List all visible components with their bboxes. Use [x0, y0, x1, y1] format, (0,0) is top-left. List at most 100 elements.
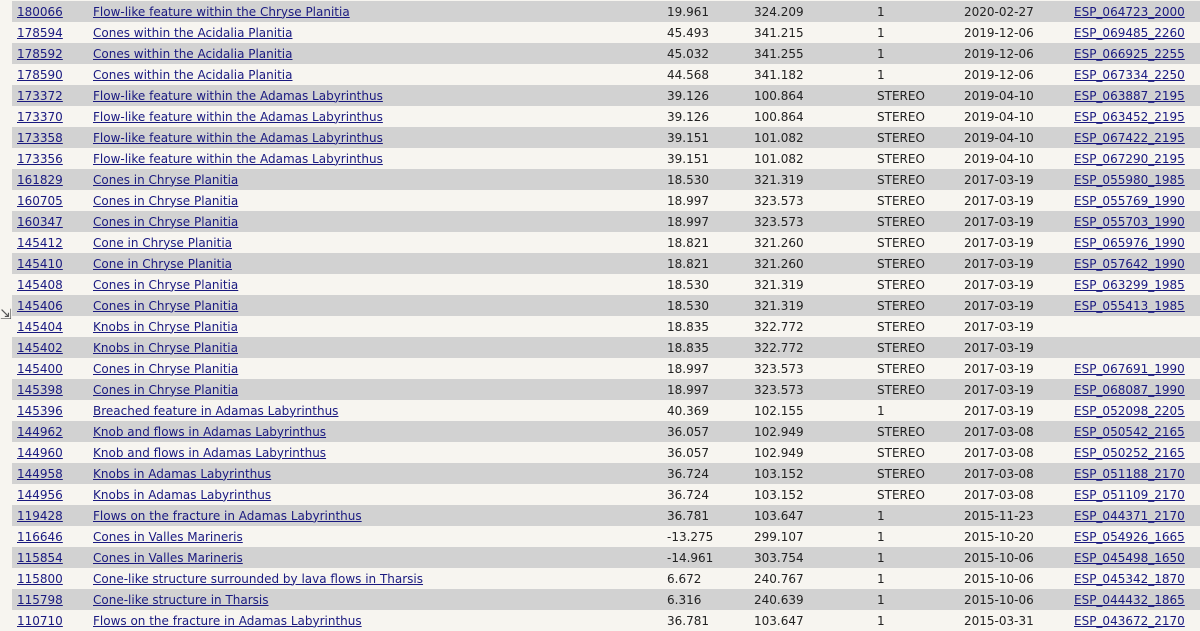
cell-id-link[interactable]: 144960: [17, 446, 63, 460]
cell-id-link[interactable]: 144956: [17, 488, 63, 502]
cell-observation: ESP_063887_2195: [1074, 85, 1200, 106]
cell-title-link[interactable]: Cones in Chryse Planitia: [93, 173, 238, 187]
cell-title-link[interactable]: Flows on the fracture in Adamas Labyrint…: [93, 509, 362, 523]
cell-longitude: 299.107: [754, 526, 877, 547]
cell-observation-link[interactable]: ESP_045342_1870: [1074, 572, 1185, 586]
cell-id-link[interactable]: 178592: [17, 47, 63, 61]
cell-title-link[interactable]: Knob and flows in Adamas Labyrinthus: [93, 446, 326, 460]
cell-id-link[interactable]: 145404: [17, 320, 63, 334]
cell-title-link[interactable]: Cones in Chryse Planitia: [93, 362, 238, 376]
cell-id-link[interactable]: 116646: [17, 530, 63, 544]
cell-id-link[interactable]: 178590: [17, 68, 63, 82]
cell-id-link[interactable]: 180066: [17, 5, 63, 19]
cell-id-link[interactable]: 145412: [17, 236, 63, 250]
cell-longitude-text: 323.573: [754, 382, 804, 397]
cell-observation-link[interactable]: ESP_055769_1990: [1074, 194, 1185, 208]
cell-title-link[interactable]: Flow-like feature within the Adamas Laby…: [93, 152, 383, 166]
cell-id-link[interactable]: 173370: [17, 110, 63, 124]
cell-id: 145408: [12, 274, 93, 295]
cell-date: 2015-10-06: [964, 547, 1074, 568]
cell-longitude: 322.772: [754, 337, 877, 358]
cell-observation-link[interactable]: ESP_045498_1650: [1074, 551, 1185, 565]
cell-title-link[interactable]: Cones within the Acidalia Planitia: [93, 47, 293, 61]
cell-observation-link[interactable]: ESP_050252_2165: [1074, 446, 1185, 460]
cell-id-link[interactable]: 145400: [17, 362, 63, 376]
cell-title-link[interactable]: Cones in Chryse Planitia: [93, 194, 238, 208]
cell-title-link[interactable]: Cones in Chryse Planitia: [93, 383, 238, 397]
cell-title-link[interactable]: Knobs in Adamas Labyrinthus: [93, 467, 271, 481]
cell-id-link[interactable]: 173358: [17, 131, 63, 145]
cell-observation-link[interactable]: ESP_057642_1990: [1074, 257, 1185, 271]
cell-id-link[interactable]: 145402: [17, 341, 63, 355]
cell-observation-link[interactable]: ESP_067334_2250: [1074, 68, 1185, 82]
cell-id-link[interactable]: 161829: [17, 173, 63, 187]
cell-type-text: 1: [877, 592, 885, 607]
cell-id-link[interactable]: 145406: [17, 299, 63, 313]
cell-title-link[interactable]: Cone in Chryse Planitia: [93, 257, 232, 271]
cell-title-link[interactable]: Knob and flows in Adamas Labyrinthus: [93, 425, 326, 439]
cell-id-link[interactable]: 115798: [17, 593, 63, 607]
cell-id-link[interactable]: 178594: [17, 26, 63, 40]
cell-id-link[interactable]: 145396: [17, 404, 63, 418]
cell-observation-link[interactable]: ESP_051188_2170: [1074, 467, 1185, 481]
cell-id-link[interactable]: 173356: [17, 152, 63, 166]
cell-id-link[interactable]: 145410: [17, 257, 63, 271]
cell-observation-link[interactable]: ESP_044371_2170: [1074, 509, 1185, 523]
cell-observation-link[interactable]: ESP_044432_1865: [1074, 593, 1185, 607]
cell-observation-link[interactable]: ESP_067290_2195: [1074, 152, 1185, 166]
cell-title-link[interactable]: Flow-like feature within the Adamas Laby…: [93, 110, 383, 124]
cell-observation-link[interactable]: ESP_063299_1985: [1074, 278, 1185, 292]
cell-title-link[interactable]: Cone-like structure surrounded by lava f…: [93, 572, 423, 586]
cell-title-link[interactable]: Cone in Chryse Planitia: [93, 236, 232, 250]
cell-title-link[interactable]: Cones in Valles Marineris: [93, 551, 243, 565]
cell-observation-link[interactable]: ESP_043672_2170: [1074, 614, 1185, 628]
cell-title-link[interactable]: Flows on the fracture in Adamas Labyrint…: [93, 614, 362, 628]
cell-type-text: STEREO: [877, 277, 925, 292]
cell-observation-link[interactable]: ESP_050542_2165: [1074, 425, 1185, 439]
cell-observation: ESP_064723_2000: [1074, 1, 1200, 22]
cell-id-link[interactable]: 145398: [17, 383, 63, 397]
cell-observation-link[interactable]: ESP_068087_1990: [1074, 383, 1185, 397]
cell-title-link[interactable]: Cones in Chryse Planitia: [93, 215, 238, 229]
cell-id-link[interactable]: 115854: [17, 551, 63, 565]
cell-observation-link[interactable]: ESP_064723_2000: [1074, 5, 1185, 19]
cell-id-link[interactable]: 110710: [17, 614, 63, 628]
cell-title-link[interactable]: Flow-like feature within the Chryse Plan…: [93, 5, 350, 19]
cell-observation-link[interactable]: ESP_054926_1665: [1074, 530, 1185, 544]
cell-observation-link[interactable]: ESP_052098_2205: [1074, 404, 1185, 418]
cell-title-link[interactable]: Flow-like feature within the Adamas Laby…: [93, 131, 383, 145]
cell-title-link[interactable]: Knobs in Chryse Planitia: [93, 341, 238, 355]
cell-observation-link[interactable]: ESP_066925_2255: [1074, 47, 1185, 61]
cell-title-link[interactable]: Breached feature in Adamas Labyrinthus: [93, 404, 338, 418]
cell-title-link[interactable]: Knobs in Adamas Labyrinthus: [93, 488, 271, 502]
cell-observation-link[interactable]: ESP_055703_1990: [1074, 215, 1185, 229]
cell-id-link[interactable]: 144958: [17, 467, 63, 481]
cell-title-link[interactable]: Flow-like feature within the Adamas Laby…: [93, 89, 383, 103]
cell-observation-link[interactable]: ESP_055980_1985: [1074, 173, 1185, 187]
cell-id: 173358: [12, 127, 93, 148]
cell-id-link[interactable]: 160347: [17, 215, 63, 229]
cell-observation-link[interactable]: ESP_069485_2260: [1074, 26, 1185, 40]
cell-observation-link[interactable]: ESP_063887_2195: [1074, 89, 1185, 103]
cell-title-link[interactable]: Cone-like structure in Tharsis: [93, 593, 269, 607]
cell-title-link[interactable]: Cones within the Acidalia Planitia: [93, 26, 293, 40]
cell-observation-link[interactable]: ESP_051109_2170: [1074, 488, 1185, 502]
cell-observation-link[interactable]: ESP_067691_1990: [1074, 362, 1185, 376]
cell-title-link[interactable]: Cones in Chryse Planitia: [93, 278, 238, 292]
cell-title-link[interactable]: Cones in Valles Marineris: [93, 530, 243, 544]
cell-latitude: 36.724: [667, 484, 754, 505]
cell-observation-link[interactable]: ESP_067422_2195: [1074, 131, 1185, 145]
cell-id-link[interactable]: 119428: [17, 509, 63, 523]
cell-observation-link[interactable]: ESP_065976_1990: [1074, 236, 1185, 250]
cell-id-link[interactable]: 145408: [17, 278, 63, 292]
cell-id-link[interactable]: 160705: [17, 194, 63, 208]
cell-observation-link[interactable]: ESP_055413_1985: [1074, 299, 1185, 313]
cell-title-link[interactable]: Knobs in Chryse Planitia: [93, 320, 238, 334]
cell-latitude-text: 18.530: [667, 277, 709, 292]
cell-id-link[interactable]: 144962: [17, 425, 63, 439]
cell-title-link[interactable]: Cones in Chryse Planitia: [93, 299, 238, 313]
cell-title-link[interactable]: Cones within the Acidalia Planitia: [93, 68, 293, 82]
cell-id-link[interactable]: 115800: [17, 572, 63, 586]
cell-id-link[interactable]: 173372: [17, 89, 63, 103]
cell-observation-link[interactable]: ESP_063452_2195: [1074, 110, 1185, 124]
